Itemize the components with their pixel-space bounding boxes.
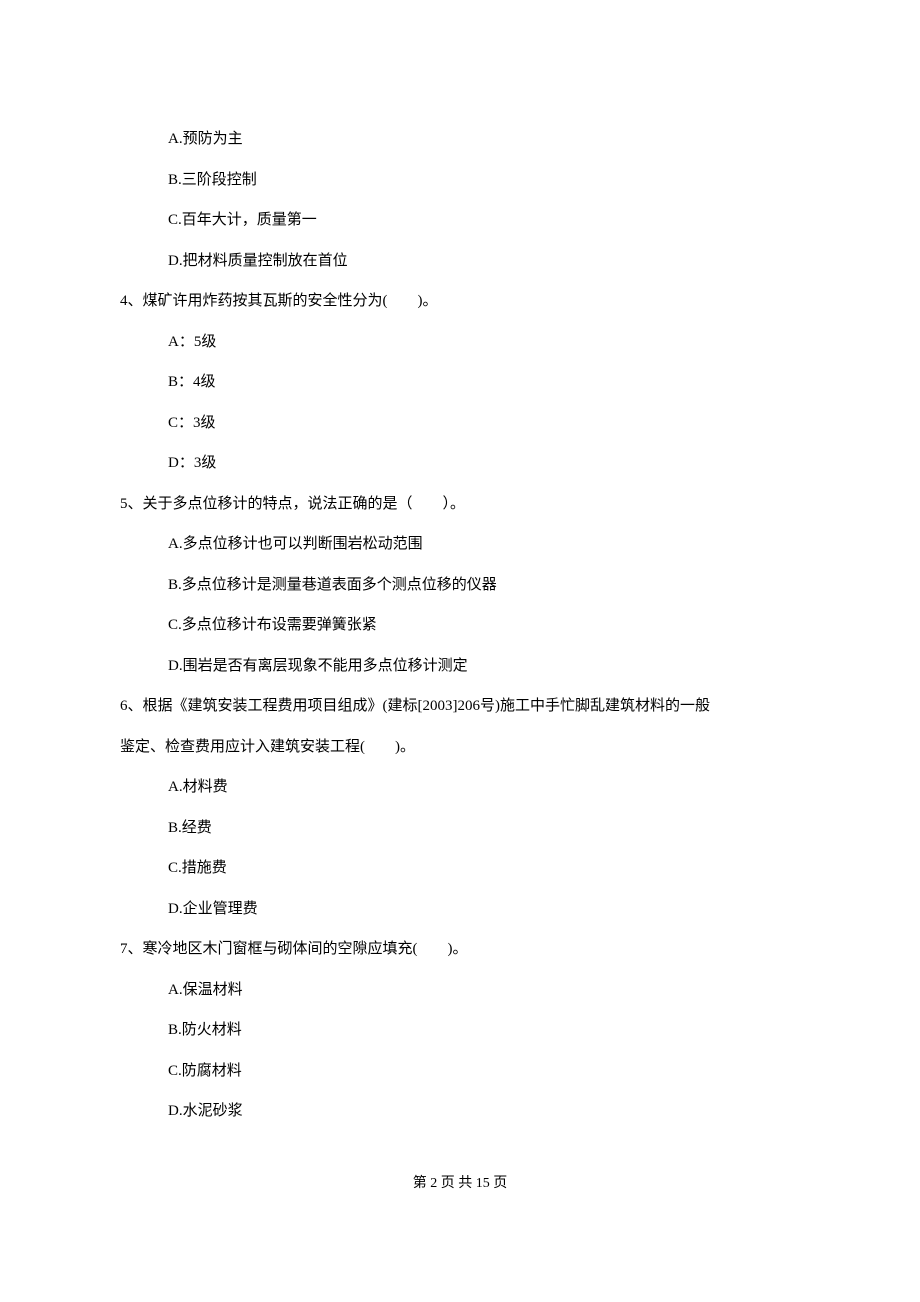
q4-option-a: A：5级	[168, 331, 800, 354]
q3-option-d: D.把材料质量控制放在首位	[168, 250, 800, 273]
q3-option-b: B.三阶段控制	[168, 169, 800, 192]
q6-option-c: C.措施费	[168, 857, 800, 880]
q5-option-c: C.多点位移计布设需要弹簧张紧	[168, 614, 800, 637]
q4-option-b: B：4级	[168, 371, 800, 394]
page-footer: 第 2 页 共 15 页	[120, 1173, 800, 1194]
q3-option-c: C.百年大计，质量第一	[168, 209, 800, 232]
q5-option-a: A.多点位移计也可以判断围岩松动范围	[168, 533, 800, 556]
q5-option-d: D.围岩是否有离层现象不能用多点位移计测定	[168, 655, 800, 678]
page-content: A.预防为主 B.三阶段控制 C.百年大计，质量第一 D.把材料质量控制放在首位…	[0, 0, 920, 1244]
q6-stem-line1: 6、根据《建筑安装工程费用项目组成》(建标[2003]206号)施工中手忙脚乱建…	[120, 695, 800, 718]
q6-option-a: A.材料费	[168, 776, 800, 799]
q7-stem: 7、寒冷地区木门窗框与砌体间的空隙应填充( )。	[120, 938, 800, 961]
q7-option-b: B.防火材料	[168, 1019, 800, 1042]
q7-option-a: A.保温材料	[168, 979, 800, 1002]
q4-option-c: C：3级	[168, 412, 800, 435]
q6-option-b: B.经费	[168, 817, 800, 840]
q4-option-d: D：3级	[168, 452, 800, 475]
q5-stem: 5、关于多点位移计的特点，说法正确的是（ ）。	[120, 493, 800, 516]
q6-stem-line2: 鉴定、检查费用应计入建筑安装工程( )。	[120, 736, 800, 759]
q4-stem: 4、煤矿许用炸药按其瓦斯的安全性分为( )。	[120, 290, 800, 313]
q6-option-d: D.企业管理费	[168, 898, 800, 921]
q7-option-d: D.水泥砂浆	[168, 1100, 800, 1123]
q7-option-c: C.防腐材料	[168, 1060, 800, 1083]
q3-option-a: A.预防为主	[168, 128, 800, 151]
q5-option-b: B.多点位移计是测量巷道表面多个测点位移的仪器	[168, 574, 800, 597]
